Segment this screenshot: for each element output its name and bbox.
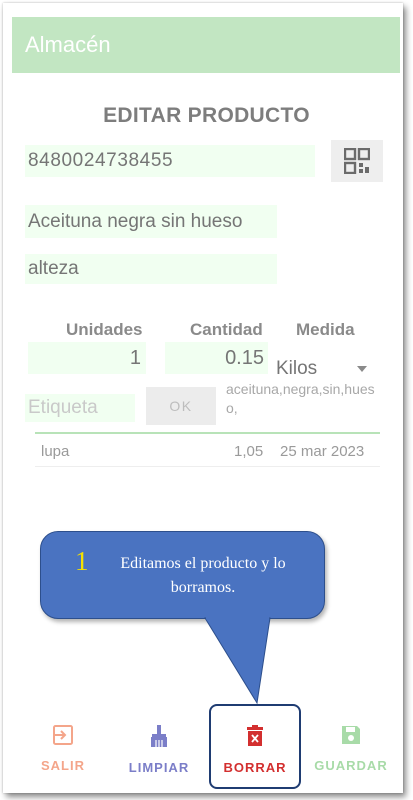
quantity-header: Cantidad <box>190 320 263 339</box>
broom-icon <box>151 725 167 747</box>
borrar-button[interactable]: BORRAR <box>210 724 300 775</box>
limpiar-label: LIMPIAR <box>128 760 190 775</box>
product-name-field[interactable]: Aceituna negra sin hueso <box>25 205 277 238</box>
dropdown-caret-icon <box>357 366 367 372</box>
brand-field[interactable]: alteza <box>25 254 277 284</box>
tag-input[interactable]: Etiqueta <box>25 394 135 422</box>
table-row[interactable]: lupa 1,05 25 mar 2023 <box>35 437 380 467</box>
history-price: 1,05 <box>234 443 264 460</box>
measure-header: Medida <box>296 320 355 339</box>
page-title: EDITAR PRODUCTO <box>103 104 310 127</box>
borrar-label: BORRAR <box>223 760 287 775</box>
row-divider <box>35 466 380 467</box>
callout-number: 1 <box>75 546 89 576</box>
units-input[interactable]: 1 <box>28 342 146 374</box>
exit-icon <box>53 725 73 745</box>
app-title: Almacén <box>25 32 111 57</box>
quantity-input[interactable]: 0.15 <box>165 342 268 374</box>
callout-text: Editamos el producto y lo borramos. <box>120 555 286 596</box>
measure-value: Kilos <box>276 358 318 379</box>
history-date: 25 mar 2023 <box>280 443 365 460</box>
measure-select[interactable]: Kilos <box>276 358 371 380</box>
history-store: lupa <box>41 443 70 460</box>
ok-button[interactable]: OK <box>146 387 216 425</box>
app-bar: Almacén <box>12 17 400 73</box>
bottom-nav: SALIR LIMPIAR BORRAR GUARDAR <box>0 720 413 790</box>
salir-label: SALIR <box>41 758 85 773</box>
callout-bubble: 1 Editamos el producto y lo borramos. <box>40 531 325 619</box>
salir-button[interactable]: SALIR <box>18 724 108 773</box>
limpiar-button[interactable]: LIMPIAR <box>114 724 204 775</box>
barcode-field[interactable]: 8480024738455 <box>25 145 315 177</box>
scan-qr-button[interactable] <box>331 140 383 182</box>
units-header: Unidades <box>66 320 143 339</box>
guardar-label: GUARDAR <box>314 758 388 773</box>
trash-icon <box>247 725 263 746</box>
save-icon <box>342 726 360 744</box>
tags-list: aceituna,negra,sin,hueso, <box>226 381 375 416</box>
qr-code-icon <box>344 148 370 174</box>
guardar-button[interactable]: GUARDAR <box>306 724 396 773</box>
divider <box>35 432 380 434</box>
